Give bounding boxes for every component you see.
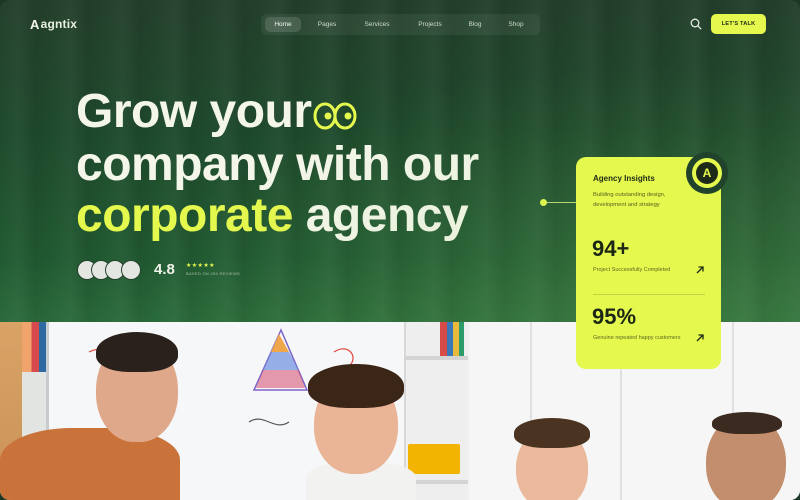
photo-yellow-box [408, 444, 460, 474]
nav-item-projects[interactable]: Projects [408, 17, 452, 32]
shelf-board [404, 356, 468, 360]
arrow-up-right-icon[interactable] [695, 333, 705, 343]
rating-value: 4.8 [154, 261, 175, 278]
nav-item-blog[interactable]: Blog [460, 17, 490, 32]
page: A agntix Home Pages Services Projects Bl… [0, 0, 800, 500]
nav-item-services[interactable]: Services [355, 17, 399, 32]
main-nav: Home Pages Services Projects Blog Shop [261, 14, 540, 35]
headline-line-1: Grow your [76, 85, 312, 138]
card-title: Agency Insights [593, 174, 655, 183]
card-divider [593, 294, 705, 295]
card-connector-line [544, 202, 579, 203]
headline-accent-word: corporate [76, 189, 293, 242]
stat-label-projects: Project Successfully Completed [593, 267, 671, 273]
search-icon[interactable] [689, 17, 703, 31]
badge-letter-icon: A [696, 162, 718, 184]
stat-value-projects: 94+ [592, 236, 630, 261]
logo-mark: A [30, 16, 40, 32]
arrow-up-right-icon[interactable] [695, 265, 705, 275]
headline-word-agency: agency [305, 189, 469, 242]
avatar [121, 260, 141, 280]
photo-color-panel [22, 322, 46, 372]
photo-books [440, 322, 464, 356]
person-hair [712, 412, 782, 434]
stat-label-customers: Genuine repeated happy customers [593, 335, 681, 341]
headline-line-3: corporate agency [76, 189, 469, 242]
card-badge: A [692, 158, 722, 188]
card-description: Building outstanding design, development… [593, 192, 666, 208]
lets-talk-button[interactable]: LET'S TALK [711, 14, 766, 34]
eyes-icon [313, 102, 357, 130]
person-hair [308, 364, 404, 408]
nav-item-shop[interactable]: Shop [500, 17, 532, 32]
person-hair [96, 332, 178, 372]
nav-item-pages[interactable]: Pages [308, 17, 346, 32]
headline-line-2: company with our [76, 138, 479, 191]
rating-caption: BASED ON 259 REVIEWS [186, 271, 241, 276]
person-hair [514, 418, 590, 448]
stat-value-customers: 95% [592, 304, 637, 329]
reviewer-avatars [77, 260, 143, 280]
logo-text: agntix [40, 17, 78, 31]
brand-logo[interactable]: A agntix [30, 16, 77, 32]
card-connector-dot [540, 199, 547, 206]
nav-item-home[interactable]: Home [265, 17, 301, 32]
rating-stars: ★★★★★ [186, 263, 215, 269]
